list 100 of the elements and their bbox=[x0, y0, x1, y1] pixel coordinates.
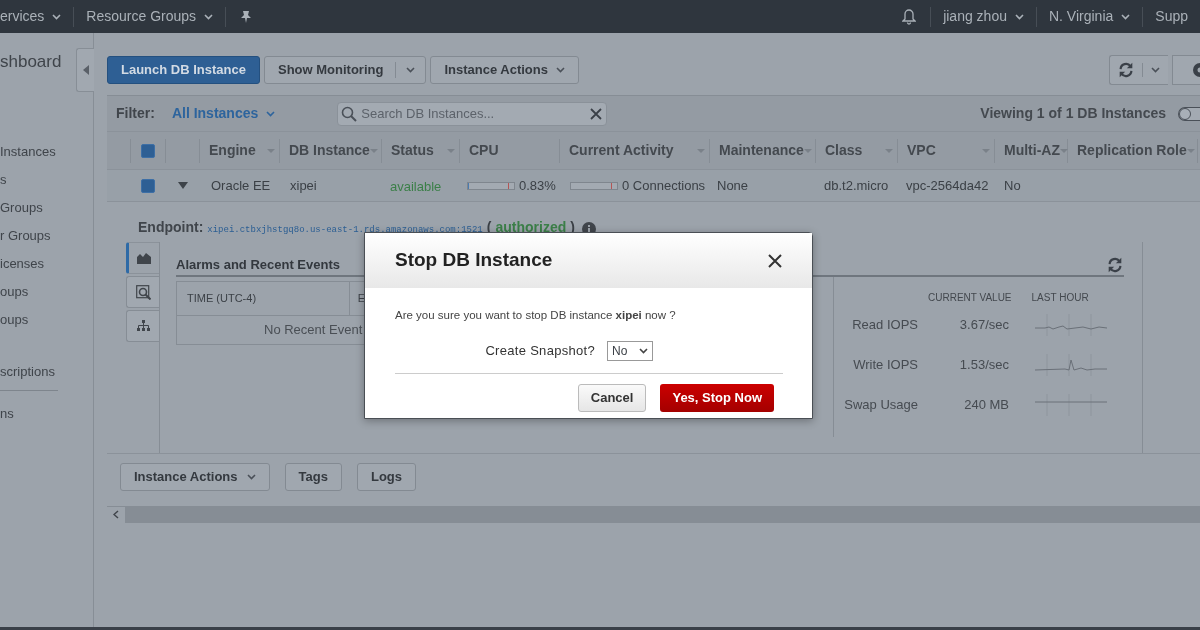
caret-icon bbox=[204, 13, 214, 20]
hierarchy-icon bbox=[136, 320, 150, 332]
table-cell-text: Oracle EE bbox=[210, 176, 272, 195]
column-header: TIME (UTC-4) bbox=[177, 282, 350, 315]
bell-icon[interactable] bbox=[902, 8, 917, 25]
column-header[interactable]: Maintenance bbox=[710, 138, 816, 163]
empty-message: No Recent Event bbox=[264, 321, 363, 340]
sort-caret-icon bbox=[803, 148, 812, 153]
column-header[interactable]: Status bbox=[382, 138, 460, 163]
metric-label: Swap Usage bbox=[843, 396, 918, 415]
sidebar-item[interactable]: r Groups bbox=[0, 222, 58, 250]
dropdown-button[interactable]: Instance Actions bbox=[430, 56, 579, 84]
sidebar-title[interactable]: shboard bbox=[0, 49, 62, 75]
filter-dropdown[interactable]: All Instances bbox=[171, 103, 276, 124]
filter-label: Filter: bbox=[116, 104, 155, 123]
table-row[interactable]: Oracle EE xipei available 0.83% 0 Connections None db.t2.micro vpc-2564da42 No bbox=[107, 169, 1200, 201]
chevron-left-icon bbox=[82, 65, 89, 75]
nav-menu[interactable]: Supp bbox=[1142, 6, 1200, 27]
table-cell-text: None bbox=[716, 176, 750, 195]
launch-button[interactable]: Launch DB Instance bbox=[107, 56, 260, 84]
clear-icon[interactable] bbox=[590, 107, 603, 120]
sidebar-item[interactable]: scriptions bbox=[0, 358, 58, 386]
sort-caret-icon bbox=[1186, 148, 1195, 153]
sidebar-item[interactable]: oups bbox=[0, 306, 58, 334]
checkbox[interactable] bbox=[141, 178, 155, 193]
horizontal-scrollbar[interactable] bbox=[107, 506, 1200, 522]
sort-caret-icon bbox=[369, 148, 378, 153]
nav-menu[interactable]: Resource Groups bbox=[74, 6, 227, 27]
sort-caret-icon bbox=[982, 148, 990, 153]
pin-icon[interactable] bbox=[240, 9, 253, 24]
expand-arrow-icon[interactable] bbox=[178, 182, 188, 189]
search-field[interactable]: Search DB Instances... bbox=[337, 101, 608, 126]
viewing-count: Viewing 1 of 1 DB Instances bbox=[980, 104, 1166, 123]
metric-value: 240 MB bbox=[963, 396, 1009, 415]
caret-icon bbox=[1121, 13, 1131, 20]
authorized-status: authorized bbox=[495, 218, 567, 237]
sparkline bbox=[1035, 354, 1107, 376]
toggle-switch[interactable] bbox=[1178, 106, 1200, 121]
action-button[interactable]: Tags bbox=[284, 463, 342, 491]
dialog-title: Stop DB Instance bbox=[395, 248, 553, 273]
sort-caret-icon bbox=[1060, 148, 1068, 153]
refresh-button-group[interactable] bbox=[1109, 55, 1168, 85]
sparkline bbox=[1035, 394, 1107, 416]
confirm-stop-button[interactable]: Yes, Stop Now bbox=[660, 384, 774, 412]
column-header[interactable]: DB Instance bbox=[280, 138, 382, 163]
column-header: CURRENT VALUE bbox=[928, 291, 1012, 305]
table-cell-text: db.t2.micro bbox=[823, 176, 890, 195]
panel-title: Alarms and Recent Events bbox=[176, 255, 340, 274]
checkbox[interactable] bbox=[141, 143, 155, 158]
caret-icon bbox=[1151, 67, 1160, 73]
dialog-message: Are you sure you want to stop DB instance xipei now ? bbox=[395, 309, 676, 321]
metric-value: 1.53/sec bbox=[958, 356, 1009, 375]
column-header[interactable]: Multi-AZ bbox=[995, 138, 1068, 163]
column-header[interactable]: CPU bbox=[460, 138, 560, 163]
caret-icon bbox=[1014, 13, 1024, 20]
table-cell-text: No bbox=[1003, 176, 1022, 195]
caret-icon bbox=[266, 110, 276, 117]
caret-icon bbox=[555, 67, 565, 73]
sidebar-item[interactable]: ns bbox=[0, 400, 58, 428]
action-button[interactable]: Instance Actions bbox=[120, 463, 270, 491]
nav-menu[interactable]: jiang zhou bbox=[930, 6, 1036, 27]
nav-menu[interactable]: ervices bbox=[0, 6, 75, 27]
sidebar-item[interactable]: Instances bbox=[0, 138, 58, 166]
search-icon bbox=[341, 105, 358, 122]
refresh-icon[interactable] bbox=[1117, 61, 1135, 79]
column-header[interactable]: VPC bbox=[898, 138, 995, 163]
endpoint-link[interactable]: xipei.ctbxjhstgq8o.us-east-1.rds.amazonaws.com:1521 bbox=[207, 223, 483, 238]
magnifier-icon bbox=[135, 284, 151, 300]
split-button[interactable]: Show Monitoring bbox=[263, 56, 427, 84]
side-tab[interactable] bbox=[126, 242, 159, 274]
column-header[interactable]: Class bbox=[816, 138, 898, 163]
status-text: available bbox=[389, 178, 443, 197]
cancel-button[interactable]: Cancel bbox=[577, 384, 647, 412]
area-chart-icon bbox=[137, 252, 151, 264]
sparkline bbox=[1035, 314, 1107, 336]
column-header[interactable]: Engine bbox=[200, 138, 280, 163]
chevron-left-icon[interactable] bbox=[113, 510, 119, 519]
side-tab[interactable] bbox=[126, 310, 159, 342]
column-header[interactable]: Replication Role bbox=[1068, 138, 1198, 163]
sidebar-item[interactable]: s bbox=[0, 166, 58, 194]
sidebar-item[interactable]: icenses bbox=[0, 250, 58, 278]
column-header[interactable]: Current Activity bbox=[560, 138, 710, 163]
table-cell-text: xipei bbox=[289, 176, 318, 195]
sidebar-item[interactable]: oups bbox=[0, 278, 58, 306]
sort-caret-icon bbox=[447, 148, 455, 153]
caret-icon bbox=[406, 67, 416, 73]
side-tab[interactable] bbox=[126, 276, 159, 308]
metric-label: Write IOPS bbox=[852, 356, 918, 375]
column-header: LAST HOUR bbox=[1031, 291, 1089, 305]
caret-icon bbox=[639, 348, 648, 354]
nav-menu[interactable]: N. Virginia bbox=[1035, 6, 1143, 27]
action-button[interactable]: Logs bbox=[356, 463, 416, 491]
metric-value: 3.67/sec bbox=[958, 316, 1009, 335]
close-icon[interactable] bbox=[768, 253, 782, 268]
snapshot-select[interactable]: No bbox=[607, 341, 653, 361]
sidebar-item[interactable]: Groups bbox=[0, 194, 58, 222]
sort-caret-icon bbox=[885, 148, 893, 153]
endpoint-label: Endpoint: bbox=[138, 218, 204, 237]
refresh-icon[interactable] bbox=[1106, 255, 1124, 274]
collapse-tab[interactable] bbox=[76, 48, 94, 92]
